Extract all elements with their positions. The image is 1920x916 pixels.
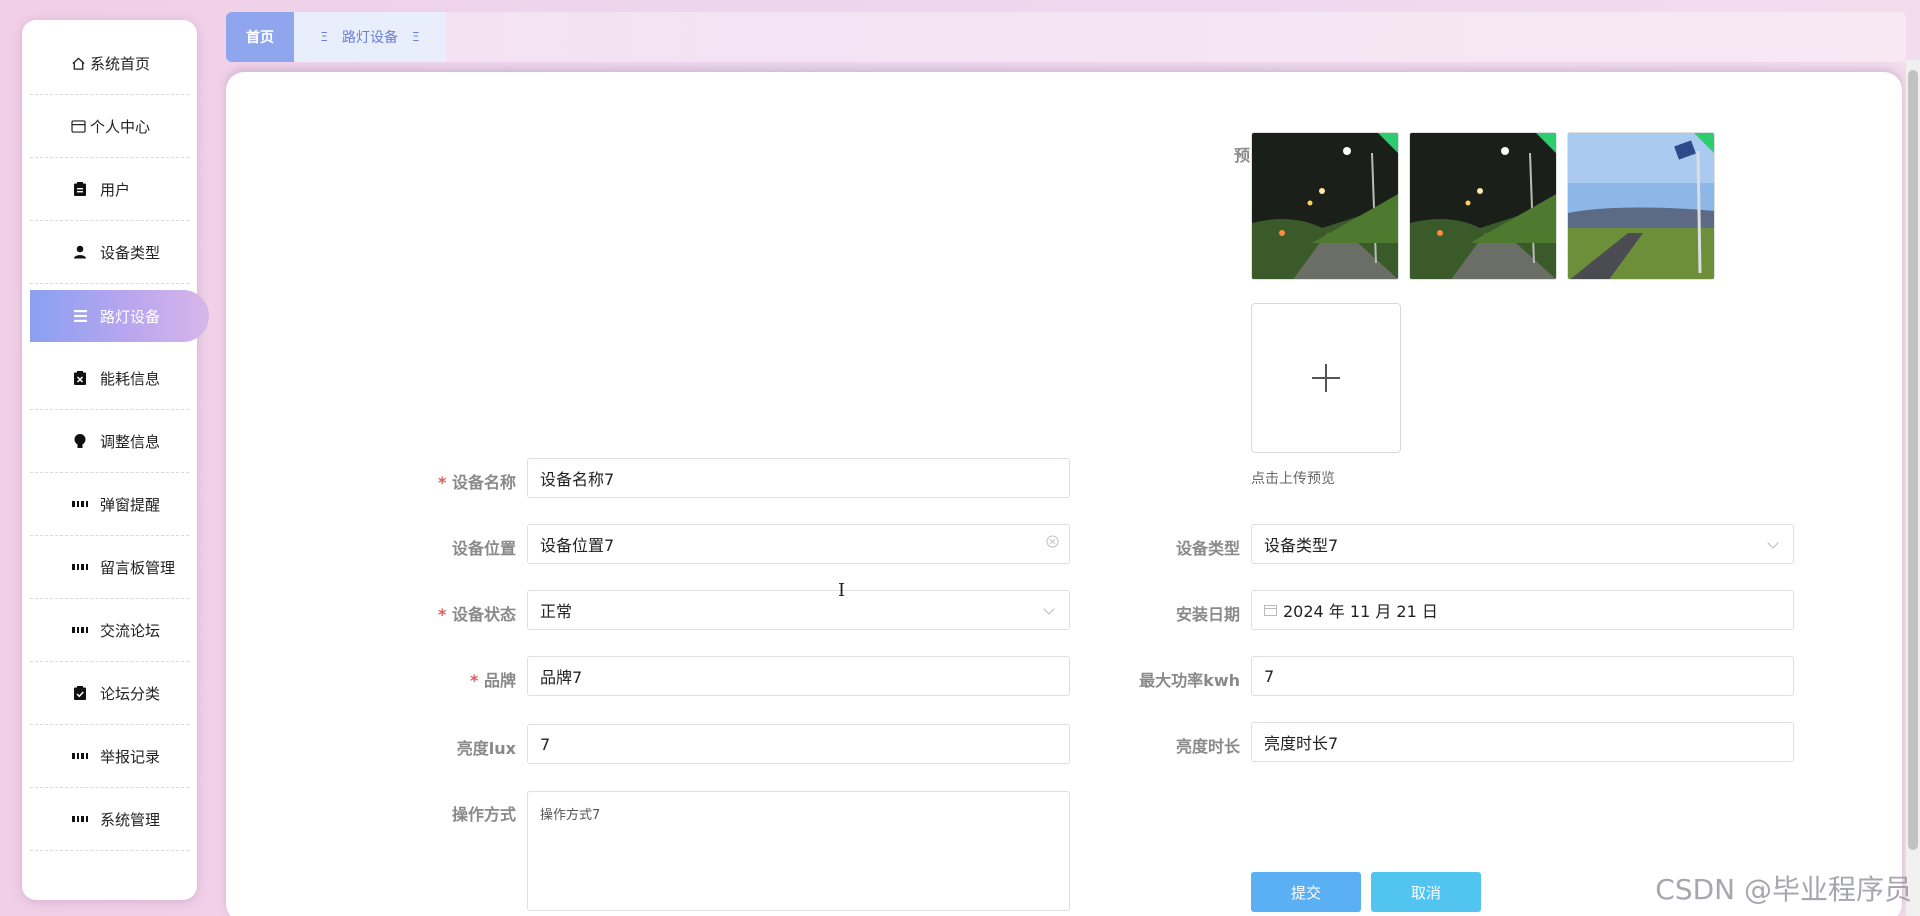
brightness-duration-input[interactable]: 亮度时长7: [1251, 722, 1794, 762]
sidebar-item-device-type[interactable]: 设备类型: [30, 221, 189, 284]
max-power-label: 最大功率kwh: [1139, 671, 1240, 690]
device-name-value: 设备名称7: [540, 470, 615, 489]
tab-menu-icon: Ξ: [412, 30, 420, 44]
tab-menu-icon: Ξ: [320, 30, 328, 44]
operation-mode-label: 操作方式: [451, 805, 516, 824]
sidebar-item-forum[interactable]: 交流论坛: [30, 599, 189, 662]
sidebar-item-label: 弹窗提醒: [100, 495, 161, 514]
max-power-input[interactable]: 7: [1251, 656, 1794, 696]
sidebar-item-popup[interactable]: 弹窗提醒: [30, 473, 189, 536]
chevron-down-icon: [1767, 537, 1779, 549]
home-icon: [70, 55, 86, 71]
brightness-value: 7: [540, 734, 551, 754]
text-cursor-icon: I: [838, 580, 846, 601]
install-date-picker[interactable]: 2024 年 11 月 21 日: [1251, 590, 1794, 630]
upload-hint: 点击上传预览: [1251, 471, 1335, 487]
brightness-input[interactable]: 7: [527, 724, 1070, 764]
device-status-label: 设备状态: [396, 601, 516, 625]
grid-icon: [72, 496, 88, 512]
submit-button[interactable]: 提交: [1251, 872, 1361, 912]
sidebar: 系统首页 个人中心 用户 设备类型 路灯设备 能耗信息 调整信息 弹窗提醒 留言…: [22, 20, 209, 900]
device-status-value: 正常: [540, 602, 573, 621]
sidebar-item-label: 举报记录: [100, 747, 161, 766]
brightness-label: 亮度lux: [456, 739, 516, 758]
grid-icon: [72, 748, 88, 764]
device-name-label: 设备名称: [396, 469, 516, 493]
install-date-value: 2024 年 11 月 21 日: [1283, 602, 1438, 621]
sidebar-item-label: 论坛分类: [100, 684, 161, 703]
grid-icon: [72, 622, 88, 638]
clipboard-x-icon: [72, 370, 88, 386]
main-panel: 预览 点击上传预览 * 设备名称 设备名称7 设备位置 设备位置7 * 设备状态…: [226, 72, 1902, 916]
device-status-select[interactable]: 正常: [527, 590, 1070, 630]
sidebar-item-label: 路灯设备: [100, 307, 161, 326]
preview-image-2[interactable]: [1409, 132, 1557, 280]
card-icon: [70, 118, 86, 134]
sidebar-item-label: 系统管理: [100, 810, 161, 829]
list-icon: [72, 308, 88, 324]
user-icon: [72, 244, 88, 260]
brightness-duration-label: 亮度时长: [1175, 737, 1240, 756]
device-name-input[interactable]: 设备名称7: [527, 458, 1070, 498]
sidebar-item-message-board[interactable]: 留言板管理: [30, 536, 189, 599]
sidebar-item-label: 系统首页: [90, 54, 151, 73]
chevron-down-icon: [1043, 603, 1055, 615]
plus-icon: [1312, 364, 1340, 392]
operation-mode-textarea[interactable]: 操作方式7: [527, 791, 1070, 911]
install-date-label: 安装日期: [1175, 605, 1240, 624]
operation-mode-value: 操作方式7: [540, 808, 601, 823]
sidebar-item-label: 留言板管理: [100, 558, 176, 577]
watermark: CSDN @毕业程序员: [1655, 873, 1912, 906]
sidebar-item-label: 交流论坛: [100, 621, 161, 640]
sidebar-item-users[interactable]: 用户: [30, 158, 189, 221]
sidebar-item-forum-category[interactable]: 论坛分类: [30, 662, 189, 725]
grid-icon: [72, 811, 88, 827]
grid-icon: [72, 559, 88, 575]
sidebar-item-system[interactable]: 系统管理: [30, 788, 189, 851]
sidebar-item-label: 个人中心: [90, 117, 151, 136]
sidebar-item-home[interactable]: 系统首页: [30, 32, 189, 95]
sidebar-item-energy[interactable]: 能耗信息: [30, 347, 189, 410]
sidebar-item-label: 设备类型: [100, 243, 161, 262]
device-type-value: 设备类型7: [1264, 536, 1339, 555]
clipboard-check-icon: [72, 685, 88, 701]
clipboard-icon: [72, 181, 88, 197]
max-power-value: 7: [1264, 666, 1275, 686]
brand-input[interactable]: 品牌7: [527, 656, 1070, 696]
device-location-value: 设备位置7: [540, 536, 615, 555]
preview-image-1[interactable]: [1251, 132, 1399, 280]
scrollbar-thumb[interactable]: [1908, 70, 1918, 850]
sidebar-item-adjust[interactable]: 调整信息: [30, 410, 189, 473]
calendar-icon: [1264, 604, 1277, 616]
tab-street-light[interactable]: Ξ 路灯设备 Ξ: [294, 12, 446, 62]
tab-home[interactable]: 首页: [226, 12, 294, 62]
cancel-button[interactable]: 取消: [1371, 872, 1481, 912]
tab-bar: 首页 Ξ 路灯设备 Ξ: [226, 12, 1906, 62]
bulb-icon: [72, 433, 88, 449]
sidebar-item-label: 能耗信息: [100, 369, 161, 388]
tab-label: 路灯设备: [342, 30, 398, 46]
brightness-duration-value: 亮度时长7: [1264, 734, 1339, 753]
sidebar-item-street-light[interactable]: 路灯设备: [30, 290, 209, 342]
brand-value: 品牌7: [540, 668, 583, 687]
sidebar-item-label: 调整信息: [100, 432, 161, 451]
device-type-label: 设备类型: [1175, 539, 1240, 558]
sidebar-item-profile[interactable]: 个人中心: [30, 95, 189, 158]
device-location-label: 设备位置: [451, 539, 516, 558]
sidebar-item-reports[interactable]: 举报记录: [30, 725, 189, 788]
brand-label: 品牌: [396, 667, 516, 691]
sidebar-item-label: 用户: [100, 180, 131, 199]
preview-image-3[interactable]: [1567, 132, 1715, 280]
device-type-select[interactable]: 设备类型7: [1251, 524, 1794, 564]
upload-preview-box[interactable]: [1251, 303, 1401, 453]
device-location-input[interactable]: 设备位置7: [527, 524, 1070, 564]
clear-icon[interactable]: [1046, 535, 1059, 551]
